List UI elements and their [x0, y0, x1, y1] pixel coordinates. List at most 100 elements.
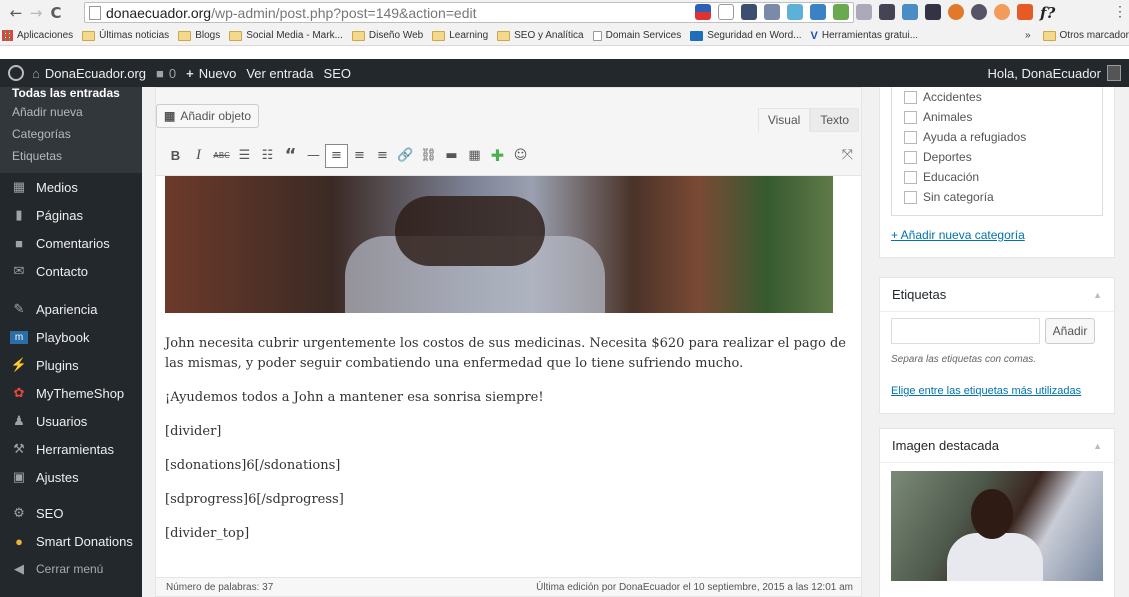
- sidebar-item-contact[interactable]: ✉ Contacto: [0, 257, 142, 285]
- f-ext-icon[interactable]: f?: [1040, 4, 1055, 22]
- translate-icon[interactable]: [810, 4, 826, 20]
- browser-menu-icon[interactable]: ⋮: [1113, 3, 1127, 20]
- tags-box-header[interactable]: Etiquetas ▲: [880, 278, 1114, 312]
- bookmark-folder[interactable]: Learning: [432, 30, 488, 41]
- overflow-chevron[interactable]: »: [1025, 30, 1031, 41]
- category-checkbox[interactable]: [904, 110, 917, 124]
- bookmark-folder[interactable]: Social Media - Mark...: [229, 30, 343, 41]
- emoji-icon[interactable]: ☺: [509, 144, 532, 168]
- tab-visual[interactable]: Visual: [757, 108, 811, 132]
- submenu-all-posts[interactable]: Todas las entradas: [0, 87, 142, 101]
- align-right-button[interactable]: ≡: [371, 144, 394, 168]
- align-center-button[interactable]: ≡: [348, 144, 371, 168]
- sidebar-item-media[interactable]: ▦ Medios: [0, 173, 142, 201]
- sidebar-item-comments[interactable]: ■ Comentarios: [0, 229, 142, 257]
- add-category-link[interactable]: + Añadir nueva categoría: [891, 228, 1025, 242]
- admin-bar-site[interactable]: ⌂ DonaEcuador.org: [32, 66, 146, 81]
- bullet-list-button[interactable]: ☰: [233, 144, 256, 168]
- link-icon[interactable]: 🔗: [394, 144, 417, 168]
- category-checkbox[interactable]: [904, 190, 917, 204]
- reload-icon[interactable]: C: [46, 4, 66, 22]
- firefox-icon[interactable]: [948, 4, 964, 20]
- bookmark-page[interactable]: Seguridad en Word...: [690, 30, 802, 41]
- bookmark-folder[interactable]: Últimas noticias: [82, 30, 169, 41]
- category-item[interactable]: Ayuda a refugiados: [904, 127, 1102, 147]
- circle-ext-icon[interactable]: [971, 4, 987, 20]
- sidebar-item-plugins[interactable]: ⚡ Plugins: [0, 351, 142, 379]
- category-checkbox[interactable]: [904, 90, 917, 104]
- submenu-categories[interactable]: Categorías: [0, 123, 142, 145]
- submenu-add-new[interactable]: Añadir nueva: [0, 101, 142, 123]
- bold-button[interactable]: B: [164, 144, 187, 168]
- forward-icon[interactable]: →: [26, 4, 46, 22]
- sidebar-item-users[interactable]: ♟ Usuarios: [0, 407, 142, 435]
- add-tag-button[interactable]: Añadir: [1045, 318, 1095, 344]
- editor-content[interactable]: John necesita cubrir urgentemente los co…: [156, 176, 861, 578]
- admin-bar-account[interactable]: Hola, DonaEcuador: [988, 65, 1121, 81]
- category-item[interactable]: Sin categoría: [904, 187, 1102, 207]
- sidebar-item-playbook[interactable]: m Playbook: [0, 323, 142, 351]
- sidebar-item-appearance[interactable]: ✎ Apariencia: [0, 295, 142, 323]
- notification-icon[interactable]: [1017, 4, 1033, 20]
- admin-bar-comments[interactable]: ■ 0: [156, 66, 176, 81]
- collapse-caret-icon[interactable]: ▲: [1093, 290, 1102, 300]
- italic-button[interactable]: I: [187, 144, 210, 168]
- star-icon[interactable]: [718, 4, 734, 20]
- bookmark-page[interactable]: V Herramientas gratui...: [811, 30, 919, 42]
- bookmark-apps[interactable]: Aplicaciones: [0, 30, 73, 41]
- flag-icon[interactable]: [695, 4, 711, 20]
- toolbar-toggle-button[interactable]: ▦: [463, 144, 486, 168]
- category-item[interactable]: Educación: [904, 167, 1102, 187]
- category-item[interactable]: Animales: [904, 107, 1102, 127]
- hand-icon[interactable]: [925, 4, 941, 20]
- align-left-button[interactable]: ≡: [325, 143, 348, 168]
- gmail-icon[interactable]: [879, 4, 895, 20]
- pocket-icon[interactable]: [741, 4, 757, 20]
- sidebar-item-tools[interactable]: ⚒ Herramientas: [0, 435, 142, 463]
- bookmark-page[interactable]: Domain Services: [592, 30, 681, 41]
- sidebar-item-seo[interactable]: ⚙ SEO: [0, 499, 142, 527]
- collapse-menu[interactable]: ◀ Cerrar menú: [0, 555, 142, 583]
- wordpress-logo-icon[interactable]: [8, 65, 24, 81]
- category-item[interactable]: Accidentes: [904, 87, 1102, 107]
- other-bookmarks[interactable]: Otros marcador: [1060, 30, 1129, 41]
- featured-image-thumbnail[interactable]: [891, 471, 1103, 581]
- category-checkbox[interactable]: [904, 170, 917, 184]
- numbered-list-button[interactable]: ☷: [256, 144, 279, 168]
- post-image[interactable]: [165, 176, 833, 313]
- collapse-caret-icon[interactable]: ▲: [1093, 441, 1102, 451]
- unlink-icon[interactable]: ⛓: [417, 144, 440, 168]
- sidebar-item-smart-donations[interactable]: ● Smart Donations: [0, 527, 142, 555]
- post-body[interactable]: John necesita cubrir urgentemente los co…: [165, 334, 855, 558]
- bookmark-folder[interactable]: Blogs: [178, 30, 220, 41]
- back-icon[interactable]: ←: [6, 4, 26, 22]
- add-media-button[interactable]: ▦ Añadir objeto: [156, 104, 260, 128]
- camera-icon[interactable]: [902, 4, 918, 20]
- tag-input[interactable]: [891, 318, 1040, 344]
- download-icon[interactable]: [764, 4, 780, 20]
- admin-bar-new[interactable]: + Nuevo: [186, 66, 236, 81]
- submenu-tags[interactable]: Etiquetas: [0, 145, 142, 167]
- read-more-button[interactable]: ▬: [440, 144, 463, 168]
- add-shortcode-icon[interactable]: ✚: [486, 144, 509, 168]
- horizontal-line-button[interactable]: —: [302, 144, 325, 168]
- screenshot-icon[interactable]: [787, 4, 803, 20]
- category-checkbox[interactable]: [904, 150, 917, 164]
- category-item[interactable]: Deportes: [904, 147, 1102, 167]
- admin-bar-view-post[interactable]: Ver entrada: [246, 66, 313, 81]
- category-checkbox[interactable]: [904, 130, 917, 144]
- d-ext-icon[interactable]: [833, 4, 849, 20]
- strikethrough-button[interactable]: ABC: [210, 144, 233, 168]
- sidebar-item-settings[interactable]: ▣ Ajustes: [0, 463, 142, 491]
- v-ext-icon[interactable]: [856, 4, 872, 20]
- featured-image-header[interactable]: Imagen destacada ▲: [880, 429, 1114, 463]
- bookmark-folder[interactable]: SEO y Analítica: [497, 30, 584, 41]
- orange-circle-icon[interactable]: [994, 4, 1010, 20]
- blockquote-button[interactable]: “: [279, 144, 302, 168]
- admin-bar-seo[interactable]: SEO: [324, 66, 351, 81]
- tab-text[interactable]: Texto: [810, 108, 859, 132]
- choose-tags-link[interactable]: Elige entre las etiquetas más utilizadas: [891, 385, 1081, 397]
- bookmark-folder[interactable]: Diseño Web: [351, 30, 423, 41]
- sidebar-item-pages[interactable]: ▮ Páginas: [0, 201, 142, 229]
- fullscreen-icon[interactable]: ⤧: [842, 146, 853, 163]
